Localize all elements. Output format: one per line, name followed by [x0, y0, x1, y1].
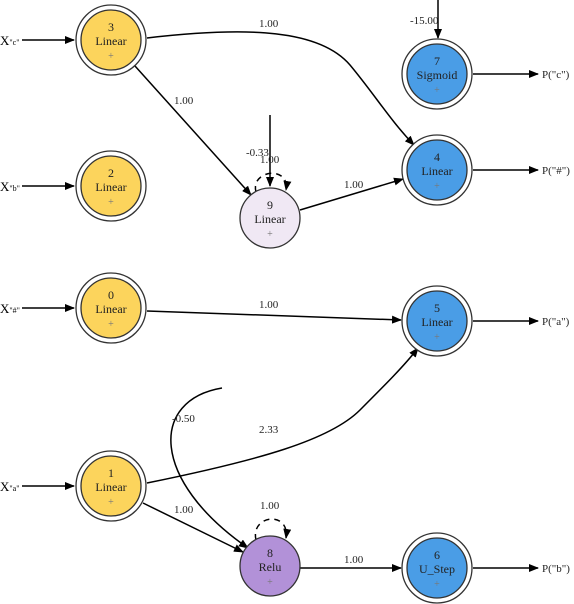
output-labels: P("c") P("#") P("a") P("b"): [542, 69, 570, 575]
node-type: U_Step: [419, 562, 455, 576]
node-sign: +: [267, 577, 273, 588]
node-8[interactable]: 8Relu +: [239, 535, 301, 597]
node-type: Linear: [95, 180, 126, 194]
node-id: 9: [267, 198, 273, 212]
network-diagram: 1.00 1.00 -0.33 1.00 1.00 1.00 2.33 -0.5…: [0, 0, 570, 604]
node-6[interactable]: 6U_Step +: [401, 532, 473, 604]
node-sign: +: [434, 85, 440, 96]
output-label-hash: P("#"): [542, 165, 570, 177]
node-id: 7: [434, 54, 440, 68]
node-sign: +: [267, 229, 273, 240]
node-sign: +: [108, 197, 114, 208]
node-0[interactable]: 0Linear +: [75, 272, 147, 344]
node-sign: +: [108, 497, 114, 508]
node-4[interactable]: 4Linear +: [401, 134, 473, 206]
node-1[interactable]: 1Linear +: [75, 450, 147, 522]
weight-0-5: 1.00: [259, 299, 279, 311]
bias-7: -15.00: [410, 15, 439, 27]
node-3[interactable]: 3Linear +: [75, 4, 147, 76]
node-sign: +: [108, 51, 114, 62]
node-type: Linear: [95, 34, 126, 48]
node-type: Linear: [421, 164, 452, 178]
node-type: Linear: [254, 212, 285, 226]
input-label-hash: X"#": [0, 301, 20, 316]
output-label-a: P("a"): [542, 316, 570, 328]
edge-bias-8: [170, 387, 249, 549]
input-label-c: X"c": [0, 33, 19, 48]
node-sign: +: [434, 332, 440, 343]
node-id: 6: [434, 548, 440, 562]
node-id: 3: [108, 20, 114, 34]
node-id: 1: [108, 466, 114, 480]
node-sign: +: [434, 579, 440, 590]
weight-3-4: 1.00: [259, 18, 279, 30]
weight-1-8: 1.00: [174, 504, 194, 516]
weight-3-9: 1.00: [174, 95, 194, 107]
node-sign: +: [434, 181, 440, 192]
weight-8-6: 1.00: [344, 554, 364, 566]
node-id: 0: [108, 288, 114, 302]
node-5[interactable]: 5Linear +: [401, 285, 473, 357]
self-weight-8: 1.00: [260, 500, 280, 512]
node-sign: +: [108, 319, 114, 330]
edge-3-9: [134, 65, 252, 196]
edge-3-4: [146, 31, 415, 146]
input-labels: X"c" X"b" X"#" X"a": [0, 33, 20, 494]
node-id: 2: [108, 166, 114, 180]
node-type: Linear: [421, 315, 452, 329]
node-id: 5: [434, 301, 440, 315]
weight-1-5: 2.33: [259, 424, 279, 436]
node-7[interactable]: 7Sigmoid +: [401, 38, 473, 110]
node-id: 8: [267, 546, 273, 560]
input-label-b: X"b": [0, 179, 20, 194]
node-id: 4: [434, 150, 440, 164]
edge-labels: 1.00 1.00 -0.33 1.00 1.00 1.00 2.33 -0.5…: [172, 15, 439, 566]
output-label-c: P("c"): [542, 69, 570, 81]
node-2[interactable]: 2Linear +: [75, 150, 147, 222]
output-label-b: P("b"): [542, 563, 570, 575]
node-type: Linear: [95, 302, 126, 316]
edge-0-5: [146, 310, 402, 324]
node-type: Linear: [95, 480, 126, 494]
weight-9-4: 1.00: [344, 179, 364, 191]
input-label-a: X"a": [0, 479, 19, 494]
bias-8: -0.50: [172, 413, 195, 425]
node-type: Sigmoid: [417, 68, 458, 82]
self-weight-9: 1.00: [260, 154, 280, 166]
node-type: Relu: [259, 560, 282, 574]
node-9[interactable]: 9Linear +: [239, 187, 301, 249]
